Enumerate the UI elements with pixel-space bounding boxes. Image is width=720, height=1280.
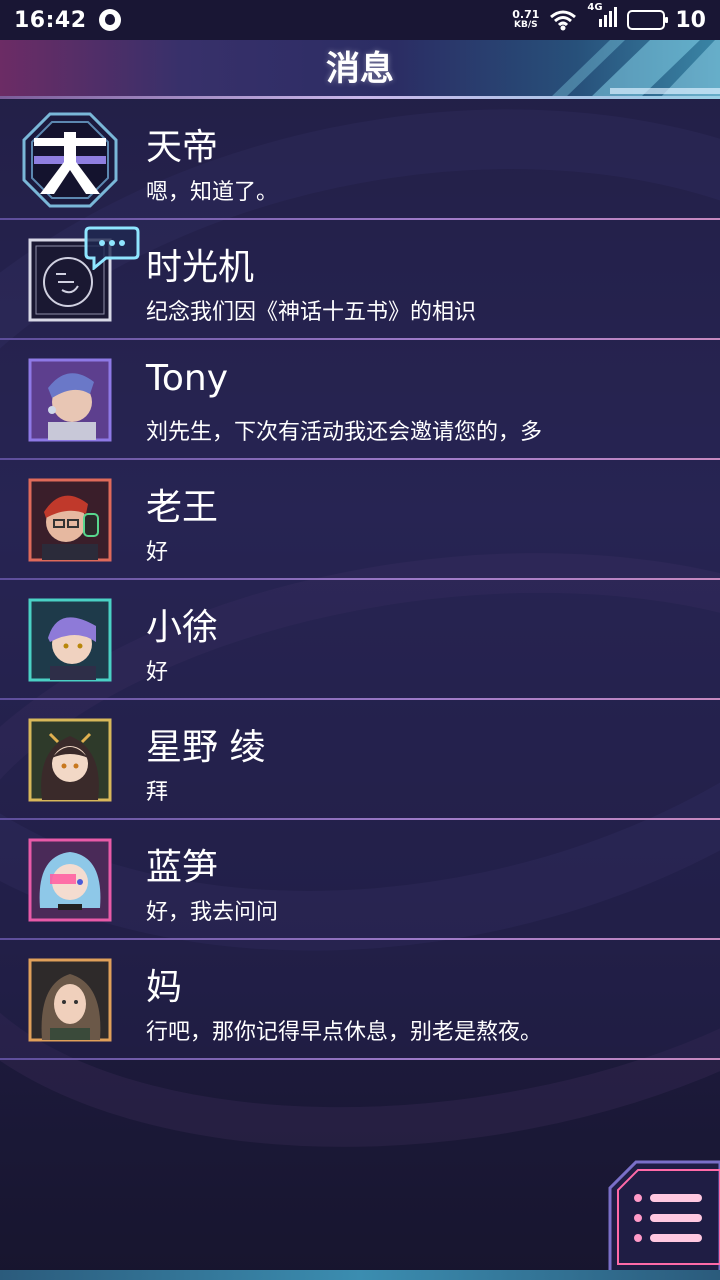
chat-name: 妈	[146, 967, 183, 1008]
chat-name: 星野 绫	[146, 727, 266, 768]
chat-name: 天帝	[146, 127, 219, 168]
chat-preview: 好，我去问问	[146, 900, 279, 925]
chat-name: 小徐	[146, 607, 219, 648]
menu-icon[interactable]	[608, 1160, 720, 1272]
network-speed-value: 0.71	[512, 8, 540, 21]
chat-preview: 好	[146, 660, 169, 685]
chat-item-mom[interactable]: 妈 行吧，那你记得早点休息，别老是熬夜。	[0, 940, 720, 1060]
cellular-signal: 4G	[587, 2, 618, 34]
chat-item-tony[interactable]: Tony 刘先生，下次有活动我还会邀请您的，多	[0, 340, 720, 460]
notification-icon	[98, 9, 121, 31]
mom-avatar	[28, 958, 112, 1042]
battery-icon	[627, 10, 669, 30]
page-title: 消息	[326, 49, 394, 89]
chat-preview: 嗯，知道了。	[146, 180, 279, 205]
chat-name: 时光机	[146, 247, 255, 288]
tony-avatar	[28, 358, 112, 442]
network-type: 4G	[587, 2, 603, 13]
page-header: 消息	[0, 40, 720, 98]
status-bar: 16:42 0.71 KB/S 4G 10	[0, 0, 720, 40]
chat-item-tiandi[interactable]: 天帝 嗯，知道了。	[0, 100, 720, 220]
chat-list: 天帝 嗯，知道了。 时光机 纪念我们因《神话十五书》的相识 Tony 刘先生，下…	[0, 100, 720, 1060]
wifi-icon	[550, 10, 577, 31]
network-speed-unit: KB/S	[514, 20, 538, 30]
chat-preview: 刘先生，下次有活动我还会邀请您的，多	[146, 420, 543, 445]
xiaoxu-avatar	[28, 598, 112, 682]
lansun-avatar	[28, 838, 112, 922]
chat-item-xiaoxu[interactable]: 小徐 好	[0, 580, 720, 700]
chat-name: Tony	[146, 358, 229, 399]
chat-name: 蓝笋	[146, 847, 219, 888]
chat-preview: 好	[146, 540, 169, 565]
chat-name: 老王	[146, 487, 219, 528]
chat-bubble-icon	[84, 226, 140, 270]
chat-item-time-machine[interactable]: 时光机 纪念我们因《神话十五书》的相识	[0, 220, 720, 340]
status-time: 16:42	[14, 7, 87, 33]
chat-preview: 纪念我们因《神话十五书》的相识	[146, 300, 477, 325]
tiandi-logo-avatar	[22, 112, 118, 208]
network-speed: 0.71 KB/S	[512, 9, 539, 31]
battery-level: 10	[675, 7, 706, 33]
chat-preview: 拜	[146, 780, 169, 805]
chat-preview: 行吧，那你记得早点休息，别老是熬夜。	[146, 1020, 543, 1045]
hoshino-avatar	[28, 718, 112, 802]
laowang-avatar	[28, 478, 112, 562]
chat-item-hoshino[interactable]: 星野 绫 拜	[0, 700, 720, 820]
chat-item-laowang[interactable]: 老王 好	[0, 460, 720, 580]
chat-item-lansun[interactable]: 蓝笋 好，我去问问	[0, 820, 720, 940]
